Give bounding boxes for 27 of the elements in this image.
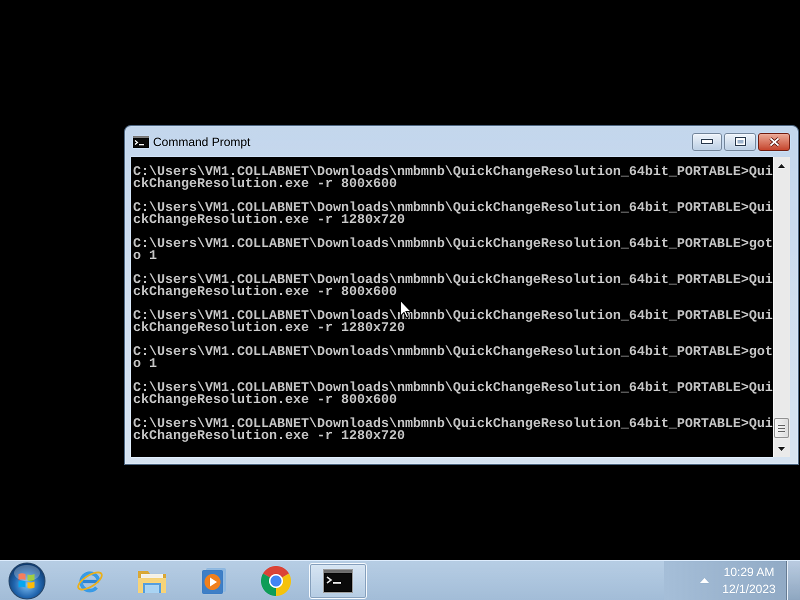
minimize-icon (701, 139, 713, 144)
caret-up-icon (700, 578, 708, 583)
console-command: C:\Users\VM1.COLLABNET\Downloads\nmbmnb\QuickChangeResolution_64bit_PORTABLE>QuickChangeResolution.exe -r 1280x720 (133, 203, 773, 227)
minimize-button[interactable] (692, 132, 722, 150)
taskbar-button[interactable] (309, 562, 367, 598)
console-command: C:\Users\VM1.COLLABNET\Downloads\nmbmnb\QuickChangeResolution_64bit_PORTABLE>QuickChangeResolution.exe -r 800x600 (133, 275, 773, 299)
console-command: C:\Users\VM1.COLLABNET\Downloads\nmbmnb\QuickChangeResolution_64bit_PORTABLE>goto 1 (133, 239, 773, 263)
terminal-icon (133, 136, 149, 148)
console-command: C:\Users\VM1.COLLABNET\Downloads\nmbmnb\QuickChangeResolution_64bit_PORTABLE>QuickChangeResolution.exe -r 1280x720 (133, 419, 773, 443)
maximize-button[interactable] (724, 132, 756, 150)
ring-logo-icon (260, 564, 292, 596)
arrow-up-icon (778, 164, 785, 168)
terminal-icon (323, 568, 353, 592)
console-command: C:\Users\VM1.COLLABNET\Downloads\nmbmnb\QuickChangeResolution_64bit_PORTABLE>QuickChangeResolution.exe -r 800x600 (133, 383, 773, 407)
close-icon (768, 136, 780, 146)
arrow-down-icon (778, 446, 785, 450)
console-command: C:\Users\VM1.COLLABNET\Downloads\nmbmnb\QuickChangeResolution_64bit_PORTABLE>QuickChangeResolution.exe -r 1280x720 (133, 311, 773, 335)
play-icon (201, 566, 227, 596)
close-button[interactable] (758, 132, 790, 150)
clock[interactable]: 10:29 AM 12/1/2023 (719, 564, 779, 598)
console-command: C:\Users\VM1.COLLABNET\Downloads\nmbmnb\QuickChangeResolution_64bit_PORTABLE>QuickChangeResolution.exe -r 800x600 (133, 167, 773, 191)
flag-logo-icon (8, 562, 46, 600)
console-command: C:\Users\VM1.COLLABNET\Downloads\nmbmnb\QuickChangeResolution_64bit_PORTABLE>goto 1 (133, 347, 773, 371)
window-title: Command Prompt (153, 134, 250, 148)
show-desktop-button[interactable] (786, 561, 800, 600)
maximize-icon (734, 137, 746, 146)
scrollbar-thumb[interactable] (774, 418, 789, 438)
